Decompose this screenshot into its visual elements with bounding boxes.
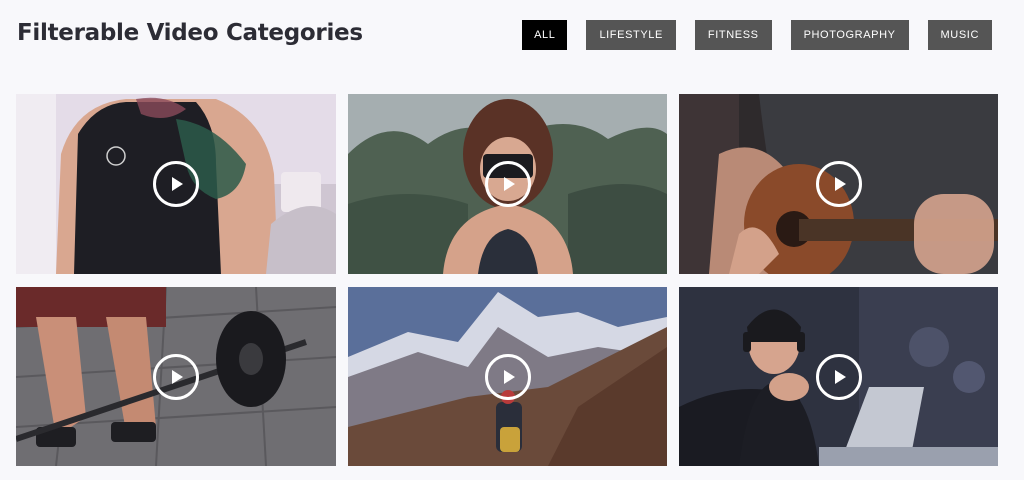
video-card-laptop[interactable]: [679, 287, 998, 466]
video-card-weightlifter[interactable]: [16, 287, 336, 466]
video-card-photographer[interactable]: [348, 94, 667, 274]
play-icon: [172, 177, 183, 191]
play-icon: [834, 177, 846, 191]
play-button[interactable]: [153, 161, 199, 207]
play-icon: [503, 369, 515, 384]
filter-music-button[interactable]: MUSIC: [927, 20, 992, 50]
video-card-hiker[interactable]: [348, 287, 667, 466]
play-button[interactable]: [815, 161, 862, 207]
category-filter-bar: ALL LIFESTYLE FITNESS PHOTOGRAPHY MUSIC: [522, 20, 992, 50]
filter-lifestyle-button[interactable]: LIFESTYLE: [586, 20, 676, 50]
filter-all-button[interactable]: ALL: [522, 20, 568, 50]
filter-photography-button[interactable]: PHOTOGRAPHY: [790, 20, 909, 50]
play-icon: [172, 369, 183, 384]
play-button[interactable]: [484, 353, 531, 400]
filter-fitness-button[interactable]: FITNESS: [694, 20, 772, 50]
video-card-tattoo[interactable]: [16, 94, 336, 274]
page: Filterable Video Categories ALL LIFESTYL…: [0, 0, 1024, 480]
play-icon: [834, 369, 846, 384]
play-button[interactable]: [153, 353, 199, 400]
video-card-guitar[interactable]: [679, 94, 998, 274]
page-title: Filterable Video Categories: [17, 20, 363, 46]
play-button[interactable]: [815, 353, 862, 400]
play-icon: [503, 177, 515, 191]
play-button[interactable]: [484, 161, 531, 207]
video-grid: [16, 94, 998, 466]
